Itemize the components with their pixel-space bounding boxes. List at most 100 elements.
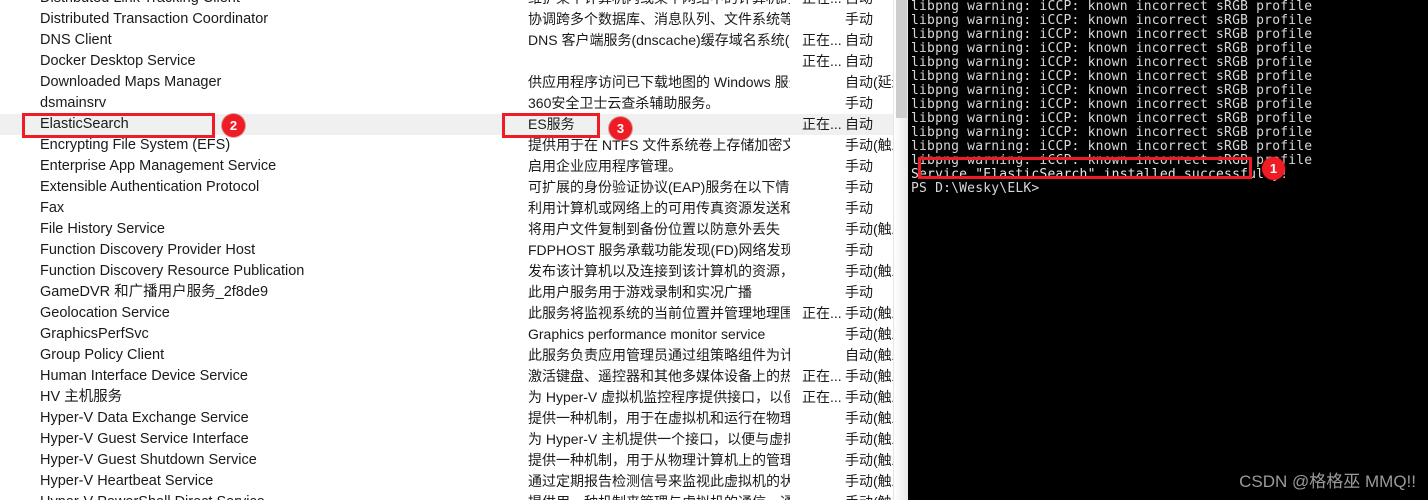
service-name-label: Group Policy Client: [40, 347, 165, 363]
service-name-label: File History Service: [40, 221, 165, 237]
service-name-cell: Docker Desktop Service: [40, 51, 520, 72]
terminal-warning-line: libpng warning: iCCP: known incorrect sR…: [911, 139, 1313, 154]
terminal-success-line: Service "ElasticSearch" installed succes…: [911, 167, 1289, 182]
service-row[interactable]: GameDVR 和广播用户服务_2f8de9 此用户服务用于游戏录制和实况广播 手动: [0, 282, 908, 303]
annotation-badge-2: 2: [222, 114, 245, 137]
service-row[interactable]: Hyper-V PowerShell Direct Service 提供用一种机制…: [0, 492, 908, 500]
service-row[interactable]: GraphicsPerfSvc Graphics performance moni…: [0, 324, 908, 345]
terminal-warning-line: libpng warning: iCCP: known incorrect sR…: [911, 153, 1313, 168]
terminal-warning-line: libpng warning: iCCP: known incorrect sR…: [911, 41, 1313, 56]
terminal-warning-line: libpng warning: iCCP: known incorrect sR…: [911, 97, 1313, 112]
service-row[interactable]: Hyper-V Guest Service Interface 为 Hyper-V…: [0, 429, 908, 450]
annotation-badge-1: 1: [1262, 157, 1285, 180]
service-name-label: ElasticSearch: [40, 116, 129, 132]
service-name-cell: dsmainsrv: [40, 93, 520, 114]
service-row[interactable]: Extensible Authentication Protocol 可扩展的身份…: [0, 177, 908, 198]
service-row[interactable]: DNS Client DNS 客户端服务(dnscache)缓存域名系统(D...…: [0, 30, 908, 51]
service-name-label: Distributed Link Tracking Client: [40, 0, 240, 9]
service-name-cell: Hyper-V Guest Service Interface: [40, 429, 520, 450]
services-list-scrollbar[interactable]: [893, 0, 908, 500]
service-name-cell: Extensible Authentication Protocol: [40, 177, 520, 198]
service-name-label: dsmainsrv: [40, 95, 107, 111]
annotation-badge-3: 3: [609, 117, 632, 140]
service-name-label: Fax: [40, 200, 65, 216]
powershell-terminal[interactable]: libpng warning: iCCP: known incorrect sR…: [908, 0, 1428, 500]
service-name-label: Hyper-V Heartbeat Service: [40, 473, 214, 489]
service-name-cell: Function Discovery Resource Publication: [40, 261, 520, 282]
service-description-cell: 发布该计算机以及连接到该计算机的资源，以...: [528, 263, 790, 279]
service-name-cell: GraphicsPerfSvc: [40, 324, 520, 345]
service-row[interactable]: Docker Desktop Service 正在... 自动: [0, 51, 908, 72]
service-name-label: Function Discovery Resource Publication: [40, 263, 305, 279]
scrollbar-thumb[interactable]: [896, 0, 907, 118]
service-name-cell: GameDVR 和广播用户服务_2f8de9: [40, 282, 520, 303]
service-name-cell: Human Interface Device Service: [40, 366, 520, 387]
service-row[interactable]: Distributed Transaction Coordinator 协调跨多个…: [0, 9, 908, 30]
service-row[interactable]: Function Discovery Resource Publication 发…: [0, 261, 908, 282]
service-row[interactable]: dsmainsrv 360安全卫士云查杀辅助服务。 手动: [0, 93, 908, 114]
service-description-cell: 为 Hyper-V 主机提供一个接口，以便与虚拟...: [528, 431, 790, 447]
terminal-prompt-line[interactable]: PS D:\Wesky\ELK>: [908, 182, 1428, 196]
service-name-label: Geolocation Service: [40, 305, 170, 321]
service-name-label: Human Interface Device Service: [40, 368, 248, 384]
service-description-cell: [528, 51, 790, 72]
service-row-selected[interactable]: ElasticSearch ES服务 正在... 自动: [0, 114, 908, 135]
service-row[interactable]: Downloaded Maps Manager 供应用程序访问已下载地图的 Win…: [0, 72, 908, 93]
service-description-cell: DNS 客户端服务(dnscache)缓存域名系统(D...: [528, 32, 790, 48]
terminal-warning-line: libpng warning: iCCP: known incorrect sR…: [911, 69, 1313, 84]
terminal-warning-line: libpng warning: iCCP: known incorrect sR…: [911, 111, 1313, 126]
service-description-cell: ES服务: [528, 116, 575, 132]
service-name-label: GameDVR 和广播用户服务_2f8de9: [40, 284, 269, 300]
service-name-label: Enterprise App Management Service: [40, 158, 277, 174]
service-name-cell: Hyper-V Data Exchange Service: [40, 408, 520, 429]
service-row[interactable]: Human Interface Device Service 激活键盘、遥控器和其…: [0, 366, 908, 387]
service-row[interactable]: Hyper-V Data Exchange Service 提供一种机制，用于在虚…: [0, 408, 908, 429]
service-name-cell: DNS Client: [40, 30, 520, 51]
service-description-cell: 维护某个计算机内或某个网络中的计算机的 N...: [528, 0, 790, 9]
service-name-cell: Hyper-V Guest Shutdown Service: [40, 450, 520, 471]
service-name-cell: Function Discovery Provider Host: [40, 240, 520, 261]
terminal-warning-line: libpng warning: iCCP: known incorrect sR…: [911, 125, 1313, 140]
service-name-label: Distributed Transaction Coordinator: [40, 11, 269, 27]
service-name-cell: Distributed Link Tracking Client: [40, 0, 520, 9]
service-name-label: Docker Desktop Service: [40, 53, 196, 69]
service-description-cell: 提供用于在 NTFS 文件系统卷上存储加密文件...: [528, 137, 790, 153]
service-row[interactable]: Hyper-V Guest Shutdown Service 提供一种机制，用于从…: [0, 450, 908, 471]
service-description-cell: 360安全卫士云查杀辅助服务。: [528, 95, 720, 111]
service-name-label: Extensible Authentication Protocol: [40, 179, 260, 195]
service-name-label: HV 主机服务: [40, 389, 123, 405]
service-description-cell: 此服务负责应用管理员通过组策略组件为计算...: [528, 347, 790, 363]
service-name-cell: Distributed Transaction Coordinator: [40, 9, 520, 30]
service-row[interactable]: Fax利用计算机或网络上的可用传真资源发送和接...手动: [0, 198, 908, 219]
service-name-cell: ElasticSearch: [40, 114, 520, 135]
service-description-cell: 供应用程序访问已下载地图的 Windows 服务...: [528, 74, 790, 90]
service-row[interactable]: Encrypting File System (EFS) 提供用于在 NTFS 文…: [0, 135, 908, 156]
terminal-warning-line: libpng warning: iCCP: known incorrect sR…: [911, 55, 1313, 70]
services-list-pane[interactable]: Distributed Link Tracking Client 维护某个计算机内…: [0, 0, 908, 500]
service-name-cell: Geolocation Service: [40, 303, 520, 324]
service-row[interactable]: Enterprise App Management Service 启用企业应用程…: [0, 156, 908, 177]
service-name-label: Encrypting File System (EFS): [40, 137, 231, 153]
service-description-cell: Graphics performance monitor service: [528, 326, 766, 342]
service-name-label: DNS Client: [40, 32, 112, 48]
service-row[interactable]: Geolocation Service 此服务将监视系统的当前位置并管理地理围栏(…: [0, 303, 908, 324]
service-name-label: Function Discovery Provider Host: [40, 242, 256, 258]
service-row[interactable]: Group Policy Client 此服务负责应用管理员通过组策略组件为计算.…: [0, 345, 908, 366]
service-row[interactable]: File History Service 将用户文件复制到备份位置以防意外丢失 手动…: [0, 219, 908, 240]
service-description-cell: 协调跨多个数据库、消息队列、文件系统等资...: [528, 11, 790, 27]
service-row[interactable]: Distributed Link Tracking Client 维护某个计算机内…: [0, 0, 908, 9]
service-description-cell: 启用企业应用程序管理。: [528, 158, 682, 174]
service-description-cell: 为 Hyper-V 虚拟机监控程序提供接口，以便...: [528, 389, 790, 405]
service-row[interactable]: Hyper-V Heartbeat Service 通过定期报告检测信号来监视此虚…: [0, 471, 908, 492]
service-row[interactable]: Function Discovery Provider Host FDPHOST …: [0, 240, 908, 261]
service-description-cell: 提供一种机制，用于在虚拟机和运行在物理计...: [528, 410, 790, 426]
terminal-output: libpng warning: iCCP: known incorrect sR…: [908, 0, 1428, 196]
service-name-cell: File History Service: [40, 219, 520, 240]
service-description-cell: 提供用一种机制来管理与虚拟机的通信，通过...: [528, 492, 790, 500]
service-description-cell: 此用户服务用于游戏录制和实况广播: [528, 284, 752, 300]
terminal-warning-line: libpng warning: iCCP: known incorrect sR…: [911, 13, 1313, 28]
screenshot-root: Distributed Link Tracking Client 维护某个计算机内…: [0, 0, 1428, 500]
service-row[interactable]: HV 主机服务为 Hyper-V 虚拟机监控程序提供接口，以便... 正在... 手…: [0, 387, 908, 408]
service-name-cell: Fax: [40, 198, 520, 219]
service-name-cell: Downloaded Maps Manager: [40, 72, 520, 93]
